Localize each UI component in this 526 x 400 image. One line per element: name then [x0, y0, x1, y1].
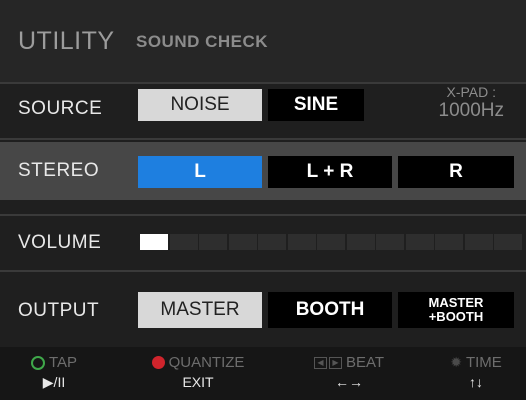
- divider: [0, 138, 526, 140]
- xpad-label: X-PAD :: [446, 84, 497, 100]
- xpad-frequency: 1000Hz: [438, 100, 505, 121]
- volume-segment: [317, 234, 345, 250]
- beat-arrows-label: ←→: [335, 374, 363, 390]
- output-booth-button[interactable]: BOOTH: [268, 292, 392, 328]
- volume-segment: [435, 234, 463, 250]
- gear-icon: ✹: [450, 354, 462, 370]
- divider: [0, 270, 526, 272]
- utility-title: UTILITY: [18, 27, 115, 55]
- utility-screen: UTILITY SOUND CHECK SOURCE NOISE SINE X-…: [0, 0, 526, 400]
- red-dot-icon: [151, 356, 165, 369]
- source-label: SOURCE: [18, 98, 103, 119]
- volume-segment: [258, 234, 286, 250]
- source-noise-button[interactable]: NOISE: [138, 89, 262, 121]
- exit-label: EXIT: [182, 374, 214, 390]
- stereo-label: STEREO: [18, 160, 100, 181]
- master-booth-line1: MASTER: [428, 295, 484, 310]
- volume-segment: [405, 234, 434, 250]
- volume-segment: [494, 234, 522, 250]
- output-row: OUTPUT MASTER BOOTH MASTER +BOOTH: [0, 284, 526, 340]
- green-circle-icon: [30, 355, 45, 370]
- stereo-l-button[interactable]: L: [138, 156, 262, 188]
- volume-segment: [287, 234, 316, 250]
- source-row: SOURCE NOISE SINE X-PAD : 1000Hz: [0, 84, 526, 136]
- divider: [0, 214, 526, 216]
- sound-check-subtitle: SOUND CHECK: [136, 32, 269, 51]
- output-master-button[interactable]: MASTER: [138, 292, 262, 328]
- tap-label: TAP: [48, 354, 78, 371]
- beat-arrows-icon: ◀ ▶: [313, 356, 342, 369]
- footer-quantize[interactable]: QUANTIZE EXIT: [132, 354, 264, 390]
- footer-time[interactable]: ✹ TIME ↑↓: [436, 354, 516, 390]
- quantize-label: QUANTIZE: [168, 354, 245, 371]
- source-sine-button[interactable]: SINE: [268, 89, 364, 121]
- volume-segment: [376, 234, 404, 250]
- footer-tap[interactable]: TAP ▶/II: [14, 354, 94, 391]
- volume-segment: [169, 234, 198, 250]
- volume-segment: [464, 234, 493, 250]
- time-label: TIME: [465, 354, 502, 371]
- title-bar: UTILITY SOUND CHECK: [0, 0, 526, 82]
- volume-segment: [140, 234, 168, 250]
- master-booth-line2: +BOOTH: [428, 309, 484, 324]
- up-down-label: ↑↓: [469, 374, 483, 390]
- volume-segment: [228, 234, 257, 250]
- stereo-lr-button[interactable]: L + R: [268, 156, 392, 188]
- footer-beat[interactable]: ◀ ▶ BEAT ←→: [294, 354, 404, 390]
- beat-label: BEAT: [345, 354, 385, 371]
- stereo-row: STEREO L L + R R: [0, 142, 526, 200]
- play-pause-label: ▶/II: [42, 374, 66, 390]
- volume-segment: [346, 234, 375, 250]
- xpad-readout: X-PAD : 1000Hz: [439, 84, 505, 122]
- output-label: OUTPUT: [18, 300, 100, 321]
- stereo-r-button[interactable]: R: [398, 156, 514, 188]
- volume-segment: [199, 234, 227, 250]
- volume-label: VOLUME: [18, 232, 102, 253]
- output-master-booth-button[interactable]: MASTER +BOOTH: [398, 292, 514, 328]
